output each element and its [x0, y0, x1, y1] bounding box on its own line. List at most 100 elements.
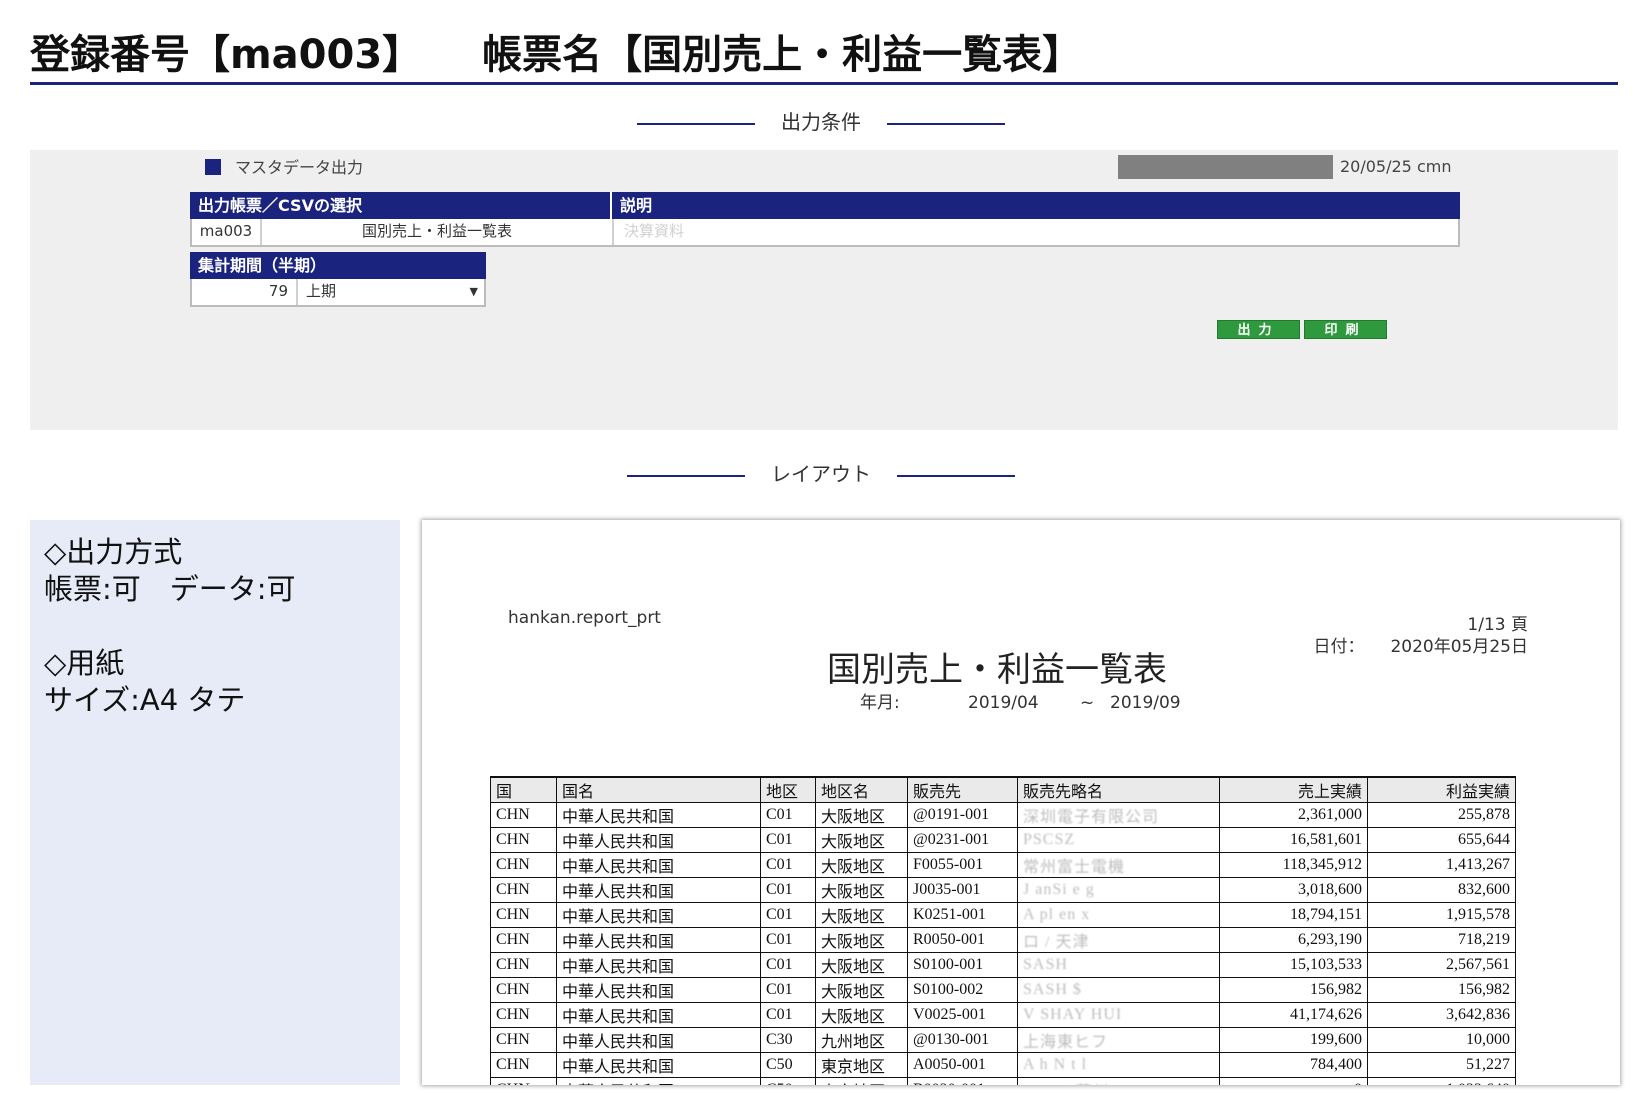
cell-sales: 118,345,912 [1219, 852, 1368, 878]
print-button[interactable]: 印刷 [1304, 320, 1387, 339]
cell-country: CHN [490, 877, 557, 903]
cell-region: C01 [760, 952, 816, 978]
dropdown-arrow-icon: ▼ [469, 285, 478, 298]
cell-region: C30 [760, 1027, 816, 1053]
heading-rule-left [637, 122, 755, 125]
period-table: 集計期間（半期） 79 上期 ▼ [190, 252, 486, 307]
cell-region-name: 東京地区 [815, 1052, 908, 1078]
report-select-header: 出力帳票／CSVの選択 [190, 192, 612, 219]
cell-sales: 0 [1219, 1077, 1368, 1085]
report-preview: hankan.report_prt 1/13 頁 日付： 2020年05月25日 … [422, 520, 1620, 1085]
cell-region-name: 大阪地区 [815, 952, 908, 978]
cell-region: C01 [760, 827, 816, 853]
col-customer: 販売先 [907, 776, 1018, 803]
table-row: CHN中華人民共和国C50東京地区B0020-001B s c l 蘇州0-1,… [490, 1077, 1516, 1085]
cell-country: CHN [490, 1077, 557, 1085]
report-name-cell[interactable]: 国別売上・利益一覧表 [262, 219, 614, 245]
cell-customer: @0231-001 [907, 827, 1018, 853]
cell-country: CHN [490, 952, 557, 978]
cell-profit: 1,915,578 [1367, 902, 1516, 928]
cell-region-name: 大阪地区 [815, 927, 908, 953]
cell-sales: 16,581,601 [1219, 827, 1368, 853]
cell-country-name: 中華人民共和国 [556, 877, 761, 903]
cell-country-name: 中華人民共和国 [556, 977, 761, 1003]
cell-country-name: 中華人民共和国 [556, 1002, 761, 1028]
report-code-cell[interactable]: ma003 [192, 219, 262, 245]
section-layout: レイアウト [0, 459, 1642, 489]
section-output-conditions-label: 出力条件 [781, 110, 861, 134]
cell-region-name: 東京地区 [815, 1077, 908, 1085]
cell-customer: F0055-001 [907, 852, 1018, 878]
cell-country-name: 中華人民共和国 [556, 827, 761, 853]
cell-sales: 41,174,626 [1219, 1002, 1368, 1028]
master-data-output-text: マスタデータ出力 [235, 158, 364, 177]
cell-sales: 156,982 [1219, 977, 1368, 1003]
report-title: 国別売上・利益一覧表 [827, 650, 1167, 690]
cell-customer-name: PSCSZ [1017, 827, 1220, 853]
period-number-input[interactable]: 79 [192, 279, 298, 305]
cell-region-name: 大阪地区 [815, 977, 908, 1003]
cell-customer-name: ロ / 天津 [1017, 927, 1220, 953]
cell-profit: 3,642,836 [1367, 1002, 1516, 1028]
paper-value: サイズ:A4 タテ [44, 683, 246, 717]
cell-country: CHN [490, 902, 557, 928]
table-row: CHN 中華人民共和国 C01 大阪地区 K0251-001 A pl en x 18,79… [490, 902, 1516, 928]
col-region-name: 地区名 [815, 776, 908, 803]
cell-country: CHN [490, 1002, 557, 1028]
cell-country-name: 中華人民共和国 [556, 852, 761, 878]
cell-sales: 15,103,533 [1219, 952, 1368, 978]
output-conditions-panel: マスタデータ出力 20/05/25 cmn 出力帳票／CSVの選択 説明 ma0… [30, 150, 1618, 430]
redacted-bar [1118, 155, 1333, 179]
cell-region-name: 大阪地区 [815, 852, 908, 878]
cell-region-name: 大阪地区 [815, 827, 908, 853]
cell-customer-name: J anSi e g [1017, 877, 1220, 903]
col-country-name: 国名 [556, 776, 761, 803]
table-row: CHN 中華人民共和国 C50 東京地区 A0050-001 A h N t l 784,4… [490, 1052, 1516, 1078]
form-name: 帳票名【国別売上・利益一覧表】 [482, 32, 1083, 78]
report-table: 国 国名 地区 地区名 販売先 販売先略名 売上実績 利益実績 CHN 中華人民共… [490, 776, 1516, 1085]
output-button[interactable]: 出力 [1217, 320, 1300, 339]
cell-customer-name: A h N t l [1017, 1052, 1220, 1078]
table-row: CHN 中華人民共和国 C01 大阪地区 @0191-001 深圳電子有限公司 2,361,… [490, 802, 1516, 828]
col-sales: 売上実績 [1219, 776, 1368, 803]
period-separator: ~ [1080, 693, 1095, 713]
period-from: 2019/04 [968, 693, 1039, 713]
cell-customer-name: 深圳電子有限公司 [1017, 802, 1220, 828]
section-layout-label: レイアウト [771, 462, 871, 486]
report-description-cell: 決算資料 [624, 222, 685, 240]
cell-region: C01 [760, 927, 816, 953]
cell-region: C01 [760, 977, 816, 1003]
half-period-select[interactable]: 上期 ▼ [298, 279, 484, 305]
cell-country-name: 中華人民共和国 [556, 902, 761, 928]
cell-profit: 156,982 [1367, 977, 1516, 1003]
cell-region-name: 大阪地区 [815, 1002, 908, 1028]
cell-customer: V0025-001 [907, 1002, 1018, 1028]
cell-customer-name: SASH [1017, 952, 1220, 978]
output-info-box: ◇出力方式 帳票:可 データ:可 ◇用紙 サイズ:A4 タテ [30, 520, 400, 1085]
report-select-row[interactable]: ma003 国別売上・利益一覧表 決算資料 [190, 219, 1460, 247]
cell-customer-name: B s c l 蘇州 [1017, 1077, 1220, 1085]
cell-country: CHN [490, 852, 557, 878]
square-bullet-icon [205, 159, 221, 175]
cell-region: C01 [760, 852, 816, 878]
cell-customer: S0100-001 [907, 952, 1018, 978]
cell-region: C50 [760, 1052, 816, 1078]
table-row: CHN 中華人民共和国 C30 九州地区 @0130-001 上海東ヒフ 199,600 10… [490, 1027, 1516, 1053]
cell-region-name: 大阪地区 [815, 802, 908, 828]
col-country: 国 [490, 776, 557, 803]
cell-profit: 1,413,267 [1367, 852, 1516, 878]
cell-country: CHN [490, 1027, 557, 1053]
cell-profit: 51,227 [1367, 1052, 1516, 1078]
cell-customer-name: 上海東ヒフ [1017, 1027, 1220, 1053]
cell-profit: -1,022,640 [1367, 1077, 1516, 1085]
datetime-user: 20/05/25 cmn [1340, 157, 1452, 176]
table-row: CHN 中華人民共和国 C01 大阪地区 V0025-001 V SHAY HUI 41,1… [490, 1002, 1516, 1028]
cell-customer: J0035-001 [907, 877, 1018, 903]
program-name: hankan.report_prt [508, 608, 661, 628]
cell-profit: 832,600 [1367, 877, 1516, 903]
cell-profit: 255,878 [1367, 802, 1516, 828]
heading-rule-right [887, 122, 1005, 125]
cell-country-name: 中華人民共和国 [556, 927, 761, 953]
paper-title: ◇用紙 [44, 646, 125, 680]
cell-region: C01 [760, 802, 816, 828]
